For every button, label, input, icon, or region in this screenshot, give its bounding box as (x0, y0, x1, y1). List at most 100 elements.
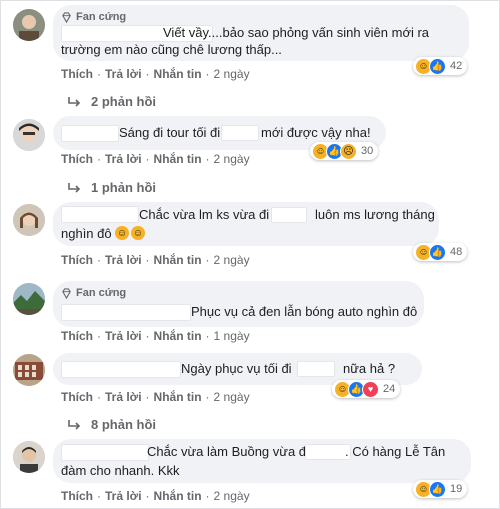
separator: · (145, 489, 150, 503)
view-replies-button[interactable]: 8 phản hồi (67, 417, 156, 432)
redacted-text (221, 125, 259, 141)
reaction-count: 42 (450, 60, 463, 72)
haha-emoji: ☺ (131, 226, 145, 240)
message-button[interactable]: Nhắn tin (154, 329, 202, 343)
view-replies-button[interactable]: 2 phản hồi (67, 94, 156, 109)
comment-bubble: Chắc vừa làm Buồng vừa đi . Có hàng Lễ T… (53, 439, 471, 483)
timestamp: 2 ngày (213, 489, 250, 503)
reaction-count: 48 (450, 246, 463, 258)
reply-arrow-icon (68, 96, 81, 107)
comment-actions: Thích · Trả lời · Nhắn tin · 2 ngày (61, 253, 250, 267)
separator: · (205, 329, 210, 343)
like-button[interactable]: Thích (61, 152, 93, 166)
avatar[interactable] (13, 283, 45, 315)
comment-text: Sáng đi tour tối đi l (119, 125, 227, 140)
diamond-icon (62, 287, 71, 299)
message-button[interactable]: Nhắn tin (154, 390, 202, 404)
separator: · (97, 489, 101, 503)
comment-text: Viết vầy....bảo sao phỏng vấn sinh viên … (163, 25, 430, 40)
message-button[interactable]: Nhắn tin (154, 67, 202, 81)
separator: · (97, 390, 101, 404)
commenter-name-redacted (61, 444, 149, 461)
like-button[interactable]: Thích (61, 67, 93, 81)
commenter-name-redacted (61, 304, 191, 321)
reply-button[interactable]: Trả lời (105, 489, 142, 503)
comment-text: trường em nào cũng chê lương thấp... (61, 42, 282, 57)
separator: · (205, 152, 210, 166)
reply-button[interactable]: Trả lời (105, 67, 142, 81)
comment-text: Chắc vừa làm Buồng vừa đi (147, 444, 309, 459)
separator: · (97, 67, 101, 81)
haha-emoji: ☺ (115, 226, 129, 240)
avatar[interactable] (13, 441, 45, 473)
diamond-icon (62, 11, 71, 23)
comment-actions: Thích · Trả lời · Nhắn tin · 2 ngày (61, 67, 250, 81)
fan-badge: Fan cứng (61, 11, 126, 23)
separator: · (145, 253, 150, 267)
comment-bubble: Fan cứng Phục vụ cả đen lẫn bóng auto ng… (53, 281, 424, 327)
like-button[interactable]: Thích (61, 329, 93, 343)
timestamp: 2 ngày (213, 67, 250, 81)
comment-text: đàm cho nhanh. Kkk (61, 463, 180, 478)
reply-button[interactable]: Trả lời (105, 152, 142, 166)
avatar[interactable] (13, 119, 45, 151)
comment-actions: Thích · Trả lời · Nhắn tin · 1 ngày (61, 329, 250, 343)
comment-text: Chắc vừa lm ks vừa đi (139, 207, 270, 222)
redacted-text (271, 207, 307, 223)
reaction-summary[interactable]: ☺ 👍 ♥ 24 (332, 380, 401, 398)
reaction-summary[interactable]: ☺ 👍 42 (413, 57, 468, 75)
comment-thread: Fan cứng Viết vầy....bảo sao phỏng vấn s… (0, 0, 500, 509)
commenter-name-redacted (61, 206, 139, 223)
reply-arrow-icon (68, 419, 81, 430)
separator: · (97, 253, 101, 267)
love-reaction-icon: ♥ (362, 380, 379, 398)
comment-bubble: Chắc vừa lm ks vừa đi luôn ms lương thán… (53, 202, 439, 246)
like-button[interactable]: Thích (61, 390, 93, 404)
like-reaction-icon: 👍 (429, 57, 446, 75)
comment-bubble: Fan cứng Viết vầy....bảo sao phỏng vấn s… (53, 5, 469, 61)
comment-text: luôn ms lương tháng (315, 207, 435, 222)
like-button[interactable]: Thích (61, 489, 93, 503)
avatar[interactable] (13, 354, 45, 386)
reply-button[interactable]: Trả lời (105, 390, 142, 404)
comment-actions: Thích · Trả lời · Nhắn tin · 2 ngày (61, 152, 250, 166)
separator: · (205, 67, 210, 81)
reaction-summary[interactable]: ☺ 👍 48 (413, 243, 468, 261)
commenter-name-redacted (61, 361, 181, 378)
reaction-count: 30 (361, 145, 374, 157)
message-button[interactable]: Nhắn tin (154, 152, 202, 166)
view-replies-button[interactable]: 1 phản hồi (67, 180, 156, 195)
reply-button[interactable]: Trả lời (105, 253, 142, 267)
message-button[interactable]: Nhắn tin (154, 253, 202, 267)
like-reaction-icon: 👍 (429, 243, 446, 261)
comment-text: Phục vụ cả đen lẫn bóng auto nghìn đô (191, 304, 418, 319)
separator: · (97, 152, 101, 166)
comment-actions: Thích · Trả lời · Nhắn tin · 2 ngày (61, 390, 250, 404)
avatar[interactable] (13, 204, 45, 236)
sad-reaction-icon: ☹ (340, 142, 357, 160)
message-button[interactable]: Nhắn tin (154, 489, 202, 503)
like-button[interactable]: Thích (61, 253, 93, 267)
reaction-count: 24 (383, 383, 396, 395)
separator: · (145, 152, 150, 166)
separator: · (145, 67, 150, 81)
separator: · (145, 329, 150, 343)
timestamp: 2 ngày (213, 253, 250, 267)
reply-arrow-icon (68, 182, 81, 193)
reaction-summary[interactable]: ☺ 👍 ☹ 30 (310, 142, 379, 160)
reaction-summary[interactable]: ☺ 👍 19 (413, 480, 468, 498)
separator: · (145, 390, 150, 404)
timestamp: 2 ngày (213, 390, 250, 404)
reply-button[interactable]: Trả lời (105, 329, 142, 343)
separator: · (97, 329, 101, 343)
reaction-count: 19 (450, 483, 463, 495)
comment-actions: Thích · Trả lời · Nhắn tin · 2 ngày (61, 489, 250, 503)
fan-badge: Fan cứng (61, 287, 126, 299)
avatar[interactable] (13, 9, 45, 41)
comment-text: nghìn đô (61, 226, 112, 241)
separator: · (205, 253, 210, 267)
comment-text: mới được vậy nha! (261, 125, 371, 140)
commenter-name-redacted (61, 125, 119, 142)
like-reaction-icon: 👍 (429, 480, 446, 498)
comment-text: . Có hàng Lễ Tân (345, 444, 446, 459)
